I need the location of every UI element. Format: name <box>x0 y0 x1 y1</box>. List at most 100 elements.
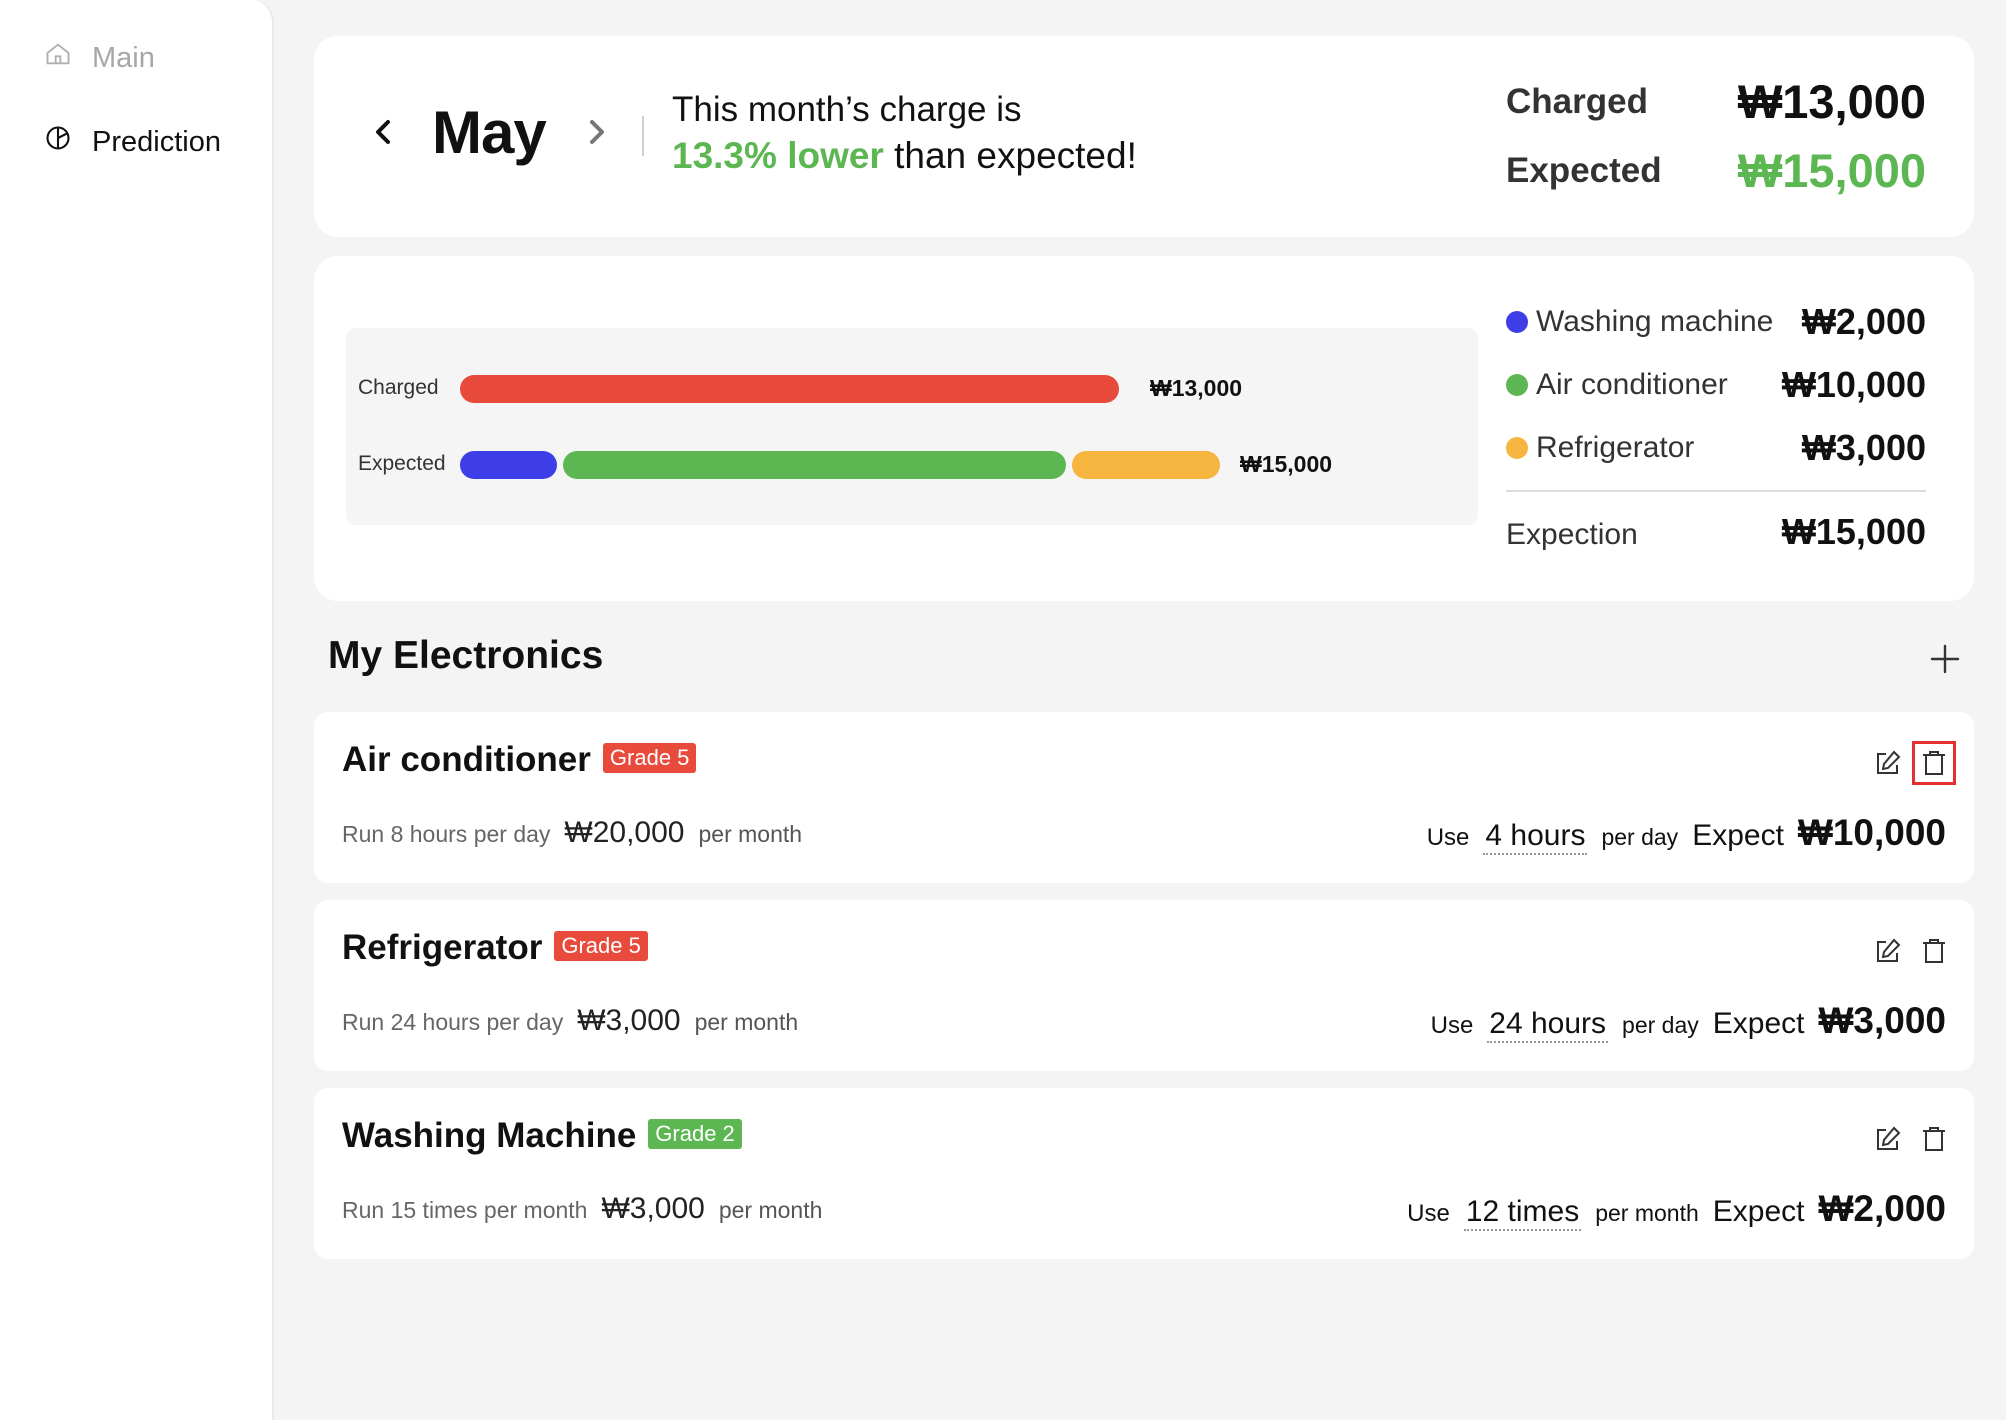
expect-label: Expect <box>1712 1195 1805 1228</box>
use-value-input[interactable]: 12 times <box>1463 1195 1582 1231</box>
delete-button[interactable] <box>1918 1123 1950 1155</box>
trash-icon <box>1918 1127 1950 1159</box>
chevron-right-icon <box>584 120 610 156</box>
edit-icon <box>1872 938 1904 971</box>
bar-segment-charged <box>460 375 1119 403</box>
grade-badge: Grade 5 <box>554 931 648 961</box>
next-month-button[interactable] <box>584 112 610 152</box>
legend-name: Refrigerator <box>1536 431 1695 464</box>
legend-dot <box>1506 311 1528 333</box>
legend-divider <box>1506 490 1926 492</box>
expection-label: Expection <box>1506 518 1638 551</box>
prev-month-button[interactable] <box>370 112 396 152</box>
expect-info: Use 4 hours per day Expect ₩10,000 <box>1427 812 1946 855</box>
run-cost: ₩3,000 <box>601 1192 705 1225</box>
month-label: May <box>432 99 547 166</box>
legend-dot <box>1506 437 1528 459</box>
electronic-name: Refrigerator Grade 5 <box>342 928 648 968</box>
bar-segment-washing-machine <box>460 451 558 479</box>
bar-label-charged: Charged <box>358 376 439 399</box>
use-value-input[interactable]: 24 hours <box>1487 1007 1609 1043</box>
electronic-card-washing-machine: Washing Machine Grade 2 Run 15 times per … <box>314 1088 1974 1259</box>
bar-label-expected: Expected <box>358 452 446 475</box>
sidebar-item-label: Prediction <box>92 125 221 158</box>
sidebar-item-prediction[interactable]: Prediction <box>44 124 221 160</box>
expect-value: ₩10,000 <box>1797 812 1946 853</box>
charge-difference: 13.3% lower <box>672 135 884 176</box>
expect-value: ₩2,000 <box>1818 1188 1946 1229</box>
grade-badge: Grade 5 <box>602 743 697 773</box>
charge-comparison: 13.3% lower than expected! <box>672 135 1137 177</box>
legend-value: ₩3,000 <box>1801 427 1926 468</box>
add-electronic-button[interactable] <box>1928 642 1962 676</box>
run-cost: ₩3,000 <box>577 1004 681 1037</box>
per-month: per month <box>698 821 803 847</box>
summary-header <box>314 36 1974 237</box>
expect-label: Expect <box>1692 819 1784 852</box>
per-unit: per month <box>1595 1200 1699 1226</box>
charge-message: This month’s charge is <box>672 90 1022 129</box>
bar-value-charged: ₩13,000 <box>1150 375 1243 401</box>
usage-info: Run 15 times per month ₩3,000 per month <box>342 1192 822 1226</box>
section-title: My Electronics <box>328 634 604 677</box>
legend-item: Washing machine ₩2,000 <box>1506 301 1926 342</box>
delete-button[interactable] <box>1918 935 1950 967</box>
per-unit: per day <box>1622 1012 1699 1038</box>
per-month: per month <box>694 1009 799 1035</box>
bar-segment-refrigerator <box>1071 451 1220 479</box>
chevron-left-icon <box>370 120 396 156</box>
home-icon <box>44 40 72 76</box>
edit-button[interactable] <box>1872 935 1904 967</box>
charged-value: ₩13,000 <box>1737 75 1926 128</box>
expected-label: Expected <box>1506 151 1662 190</box>
legend-name: Washing machine <box>1536 305 1774 338</box>
usage-info: Run 24 hours per day ₩3,000 per month <box>342 1004 798 1038</box>
electronic-card-refrigerator: Refrigerator Grade 5 Run 24 hours per day… <box>314 900 1974 1071</box>
run-cost: ₩20,000 <box>564 816 685 849</box>
expect-label: Expect <box>1712 1007 1805 1040</box>
bar-value-expected: ₩15,000 <box>1240 451 1333 477</box>
use-label: Use <box>1407 1200 1450 1227</box>
per-month: per month <box>718 1197 823 1223</box>
expect-info: Use 12 times per month Expect ₩2,000 <box>1407 1188 1946 1231</box>
legend-dot <box>1506 374 1528 396</box>
use-label: Use <box>1426 824 1470 851</box>
electronic-name: Washing Machine Grade 2 <box>342 1116 742 1156</box>
trash-icon <box>1918 751 1950 783</box>
legend-value: ₩10,000 <box>1781 364 1926 405</box>
run-text: Run 8 hours per day <box>342 821 551 847</box>
bar-segment-air-conditioner <box>563 451 1066 479</box>
sidebar-item-label: Main <box>92 41 155 74</box>
edit-button[interactable] <box>1872 747 1904 779</box>
grade-badge: Grade 2 <box>648 1119 742 1149</box>
expect-info: Use 24 hours per day Expect ₩3,000 <box>1431 1000 1946 1043</box>
delete-button[interactable] <box>1912 741 1956 785</box>
sidebar-item-main[interactable]: Main <box>44 40 155 76</box>
usage-info: Run 8 hours per day ₩20,000 per month <box>342 816 802 850</box>
expection-value: ₩15,000 <box>1781 511 1926 552</box>
charge-comparison-text: than expected! <box>883 135 1137 176</box>
trash-icon <box>1918 939 1950 971</box>
legend-value: ₩2,000 <box>1801 301 1926 342</box>
legend-item: Refrigerator ₩3,000 <box>1506 427 1926 468</box>
legend-name: Air conditioner <box>1536 368 1728 401</box>
chart-card: Charged Expected ₩13,000 ₩15,000 Washing… <box>314 256 1974 601</box>
plus-icon <box>1928 644 1962 680</box>
legend-item: Air conditioner ₩10,000 <box>1506 364 1926 405</box>
edit-icon <box>1872 750 1904 783</box>
bar-chart: Charged Expected ₩13,000 ₩15,000 <box>346 328 1478 525</box>
run-text: Run 24 hours per day <box>342 1009 564 1035</box>
run-text: Run 15 times per month <box>342 1197 588 1223</box>
pie-chart-icon <box>44 124 72 160</box>
electronic-card-air-conditioner: Air conditioner Grade 5 Run 8 hours per d… <box>314 712 1974 883</box>
divider <box>642 116 644 156</box>
use-value-input[interactable]: 4 hours <box>1483 819 1588 855</box>
expect-value: ₩3,000 <box>1818 1000 1946 1041</box>
sidebar: Main Prediction <box>0 0 274 1420</box>
use-label: Use <box>1430 1012 1474 1039</box>
charged-label: Charged <box>1506 82 1648 121</box>
per-unit: per day <box>1601 824 1679 850</box>
electronic-name: Air conditioner Grade 5 <box>342 740 697 780</box>
edit-icon <box>1872 1126 1904 1159</box>
edit-button[interactable] <box>1872 1123 1904 1155</box>
